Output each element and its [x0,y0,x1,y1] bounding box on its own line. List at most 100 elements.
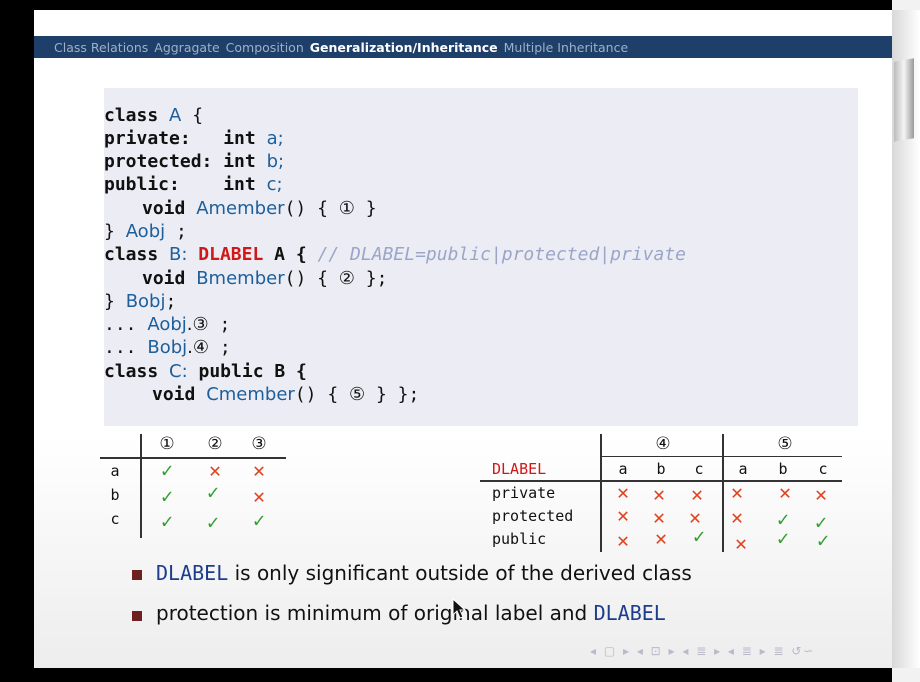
access-table-dlabel: ④ ⑤ DLABEL a b c a b c private ✕ ✕ ✕ ✕ ✕… [480,434,846,564]
code-var: c; [266,174,283,195]
code-type: void [142,268,186,289]
code-text: ; [208,314,231,335]
code-line-1: class A { [104,104,203,127]
code-line-9: } Bobj; [104,290,176,313]
bullet-text: protection is minimum of original label … [156,601,594,625]
cross-icon: ✕ [252,484,266,508]
code-keyword: class [104,244,159,265]
col-header: c [818,460,828,478]
code-type: void [142,198,186,219]
code-text: } }; [365,384,420,405]
code-identifier: Bobj [147,337,188,358]
code-identifier: C: [169,361,188,382]
table-divider [600,434,602,552]
code-text: () { [284,268,339,289]
marker-4: .④ [187,337,210,358]
bullet-item-1: DLABEL is only significant outside of th… [156,561,692,585]
cross-icon: ✕ [652,482,666,506]
code-line-13: void Cmember() { ⑤ } }; [152,383,419,406]
tab-composition[interactable]: Composition [226,40,304,55]
bullet-item-2: protection is minimum of original label … [156,601,666,625]
tab-class-relations[interactable]: Class Relations [54,40,148,55]
code-keyword: class [104,361,159,382]
col-header: b [656,460,666,478]
section-tabs: Class Relations Aggragate Composition Ge… [54,36,634,58]
code-line-6: } Aobj ; [104,220,187,243]
tab-aggragate[interactable]: Aggragate [154,40,219,55]
row-label: b [110,486,120,504]
table-divider [140,434,142,538]
code-keyword: protected: [104,151,213,172]
marker-3: .③ [186,314,209,335]
dlabel-keyword: DLABEL [198,244,264,265]
code-line-2: private: int a; [104,127,284,150]
row-label-public: public [492,530,547,548]
code-identifier: Aobj [147,314,187,335]
table-divider [600,456,842,457]
code-type: int [223,128,256,149]
marker-5: ⑤ [349,384,366,405]
cross-icon: ✕ [616,503,630,527]
marker-2: ② [338,268,355,289]
row-label-protected: protected [492,507,574,525]
code-line-8: void Bmember() { ② }; [142,267,387,290]
code-text: ; [165,221,187,242]
code-line-12: class C: public B { [104,360,307,383]
col-header: a [618,460,628,478]
row-label-private: private [492,484,556,502]
code-block: class A { private: int a; protected: int… [104,88,858,426]
header-marker-3: ③ [251,434,267,454]
check-icon: ✓ [206,510,220,534]
access-table-members: ① ② ③ a ✓ ✕ ✕ b ✓ ✓ ✕ c ✓ ✓ ✓ [100,434,290,544]
bullet-marker [132,570,142,580]
code-line-7: class B: DLABEL A { // DLABEL=public|pro… [104,243,686,266]
code-type: int [223,174,256,195]
code-comment: // DLABEL=public|protected|private [317,244,686,265]
dlabel-header: DLABEL [492,460,547,478]
group-header-5: ⑤ [777,434,793,454]
check-icon: ✓ [252,508,266,532]
code-line-3: protected: int b; [104,150,284,173]
window-edge-highlight [894,58,914,142]
header-marker-2: ② [207,434,223,454]
code-text: public B { [187,361,307,382]
cross-icon: ✕ [252,458,266,482]
code-text: { [181,105,204,126]
cross-icon: ✕ [730,480,744,504]
mouse-cursor-icon [452,598,466,619]
cross-icon: ✕ [730,505,744,529]
cross-icon: ✕ [690,482,704,506]
adjacent-window-edge [892,0,920,682]
code-keyword: public: [104,174,180,195]
col-header: a [738,460,748,478]
code-text: }; [354,268,388,289]
code-text: () { [294,384,350,405]
code-text: A { [263,244,307,265]
code-identifier: A [169,105,182,126]
dlabel-code: DLABEL [593,601,666,625]
code-identifier: B: [169,244,188,265]
row-label: a [110,462,120,480]
code-keyword: class [104,105,159,126]
code-var: b; [266,151,285,172]
tab-generalization-inheritance[interactable]: Generalization/Inheritance [310,40,498,55]
bullet-text: is only significant outside of the deriv… [228,561,692,585]
beamer-navigation-icons[interactable]: ◂ ▢ ▸ ◂ ⊡ ▸ ◂ ≣ ▸ ◂ ≣ ▸ ≣ ↺∽ [590,644,815,658]
check-icon: ✓ [692,524,706,548]
cross-icon: ✕ [654,526,668,550]
code-text: ; [165,291,177,312]
dlabel-code: DLABEL [156,561,229,585]
code-text: } [104,291,126,312]
code-text: } [104,221,126,242]
tab-multiple-inheritance[interactable]: Multiple Inheritance [504,40,629,55]
slide: Class Relations Aggragate Composition Ge… [34,10,892,668]
cross-icon: ✕ [208,458,222,482]
code-text: ; [209,337,231,358]
header-marker-1: ① [159,434,175,454]
code-line-10: ... Aobj.③ ; [104,313,230,336]
cross-icon: ✕ [778,480,792,504]
bullet-marker [132,611,142,621]
code-type: int [223,151,256,172]
cross-icon: ✕ [616,480,630,504]
code-text: } [354,198,377,219]
